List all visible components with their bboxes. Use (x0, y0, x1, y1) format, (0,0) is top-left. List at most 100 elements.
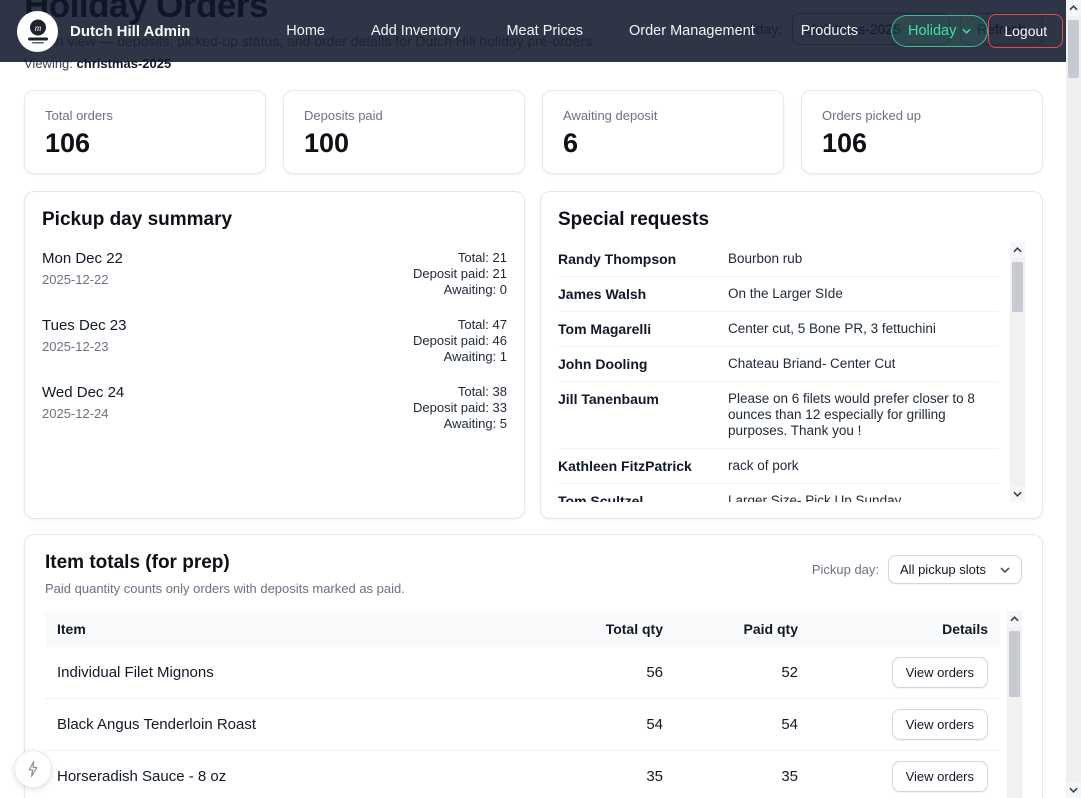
request-row: James Walsh On the Larger SIde (558, 277, 999, 312)
col-paid-qty: Paid qty (663, 621, 798, 637)
pickup-summary-title: Pickup day summary (42, 209, 507, 231)
scroll-up-icon[interactable] (1007, 611, 1022, 627)
lightning-bolt-button[interactable] (14, 750, 52, 788)
item-totals-card: Item totals (for prep) Paid quantity cou… (24, 534, 1043, 798)
stat-label: Orders picked up (822, 108, 1022, 123)
day-deposit: Deposit paid: 33 (413, 400, 507, 416)
stats-row: Total orders 106 Deposits paid 100 Await… (24, 90, 1043, 174)
item-totals-title: Item totals (for prep) (45, 552, 405, 574)
pickup-day-select[interactable]: All pickup slots (888, 555, 1022, 584)
request-text: Center cut, 5 Bone PR, 3 fettuchini (728, 321, 999, 337)
item-total-qty: 56 (533, 664, 663, 681)
chevron-down-icon (962, 28, 971, 34)
lightning-bolt-icon (24, 760, 42, 778)
day-counts: Total: 38 Deposit paid: 33 Awaiting: 5 (413, 384, 507, 432)
special-requests-scroll-area: Randy Thompson Bourbon rub James Walsh O… (558, 242, 1025, 502)
col-item: Item (57, 621, 533, 637)
stat-value: 106 (45, 128, 245, 159)
nav-link-add-inventory[interactable]: Add Inventory (371, 23, 460, 39)
day-total: Total: 38 (413, 384, 507, 400)
view-orders-button[interactable]: View orders (892, 709, 988, 740)
special-requests-scrollbar[interactable] (1010, 242, 1025, 502)
main-content: Holiday Orders Admin view — deposits, pi… (0, 0, 1066, 798)
request-text: On the Larger SIde (728, 286, 999, 302)
item-name: Black Angus Tenderloin Roast (57, 716, 533, 733)
day-awaiting: Awaiting: 1 (413, 349, 507, 365)
stat-label: Awaiting deposit (563, 108, 763, 123)
scroll-up-icon[interactable] (1010, 242, 1025, 258)
table-row: Black Angus Tenderloin Roast 54 54 View … (45, 699, 1000, 751)
items-table: Item Total qty Paid qty Details Individu… (45, 611, 1000, 798)
special-requests-card: Special requests Randy Thompson Bourbon … (540, 191, 1043, 519)
scrollbar-thumb[interactable] (1012, 262, 1023, 312)
scroll-up-icon[interactable] (1066, 0, 1081, 16)
stat-value: 106 (822, 128, 1022, 159)
request-name: Jill Tanenbaum (558, 391, 728, 439)
pickup-day-row: Wed Dec 24 2025-12-24 Total: 38 Deposit … (42, 384, 507, 432)
view-orders-button[interactable]: View orders (892, 761, 988, 792)
pickup-day-summary-card: Pickup day summary Mon Dec 22 2025-12-22… (24, 191, 525, 519)
logout-button[interactable]: Logout (988, 14, 1063, 48)
stat-card-picked-up: Orders picked up 106 (801, 90, 1043, 174)
col-total-qty: Total qty (533, 621, 663, 637)
item-paid-qty: 35 (663, 768, 798, 785)
day-deposit: Deposit paid: 21 (413, 266, 507, 282)
items-table-scrollbar[interactable] (1007, 611, 1022, 798)
request-row: Tom Magarelli Center cut, 5 Bone PR, 3 f… (558, 312, 999, 347)
pickup-day-row: Mon Dec 22 2025-12-22 Total: 21 Deposit … (42, 250, 507, 298)
stat-card-awaiting-deposit: Awaiting deposit 6 (542, 90, 784, 174)
table-row: Individual Filet Mignons 56 52 View orde… (45, 647, 1000, 699)
request-name: Kathleen FitzPatrick (558, 458, 728, 474)
request-text: Bourbon rub (728, 251, 999, 267)
items-table-header: Item Total qty Paid qty Details (45, 611, 1000, 647)
stat-value: 6 (563, 128, 763, 159)
request-name: James Walsh (558, 286, 728, 302)
view-orders-button[interactable]: View orders (892, 657, 988, 688)
scroll-down-icon[interactable] (1066, 782, 1081, 798)
day-counts: Total: 21 Deposit paid: 21 Awaiting: 0 (413, 250, 507, 298)
col-details: Details (798, 621, 988, 637)
items-table-wrap: Item Total qty Paid qty Details Individu… (45, 611, 1022, 798)
day-total: Total: 21 (413, 250, 507, 266)
pickup-day-select-value: All pickup slots (900, 562, 986, 577)
holiday-pill-button[interactable]: Holiday (891, 15, 988, 47)
scroll-down-icon[interactable] (1010, 486, 1025, 502)
app-viewport: Holiday Orders Admin view — deposits, pi… (0, 0, 1081, 798)
stat-label: Total orders (45, 108, 245, 123)
item-name: Horseradish Sauce - 8 oz (57, 768, 533, 785)
day-awaiting: Awaiting: 5 (413, 416, 507, 432)
day-total: Total: 47 (413, 317, 507, 333)
day-counts: Total: 47 Deposit paid: 46 Awaiting: 1 (413, 317, 507, 365)
stat-value: 100 (304, 128, 504, 159)
stat-card-total-orders: Total orders 106 (24, 90, 266, 174)
scrollbar-thumb[interactable] (1009, 631, 1020, 697)
scrollbar-thumb[interactable] (1068, 20, 1079, 78)
day-date: 2025-12-22 (42, 272, 123, 287)
nav-link-products[interactable]: Products (801, 23, 858, 39)
day-awaiting: Awaiting: 0 (413, 282, 507, 298)
nav-link-home[interactable]: Home (286, 23, 325, 39)
special-requests-title: Special requests (558, 209, 1025, 231)
day-date: 2025-12-24 (42, 406, 124, 421)
dutch-hill-logo: m (17, 11, 58, 52)
item-total-qty: 35 (533, 768, 663, 785)
item-paid-qty: 54 (663, 716, 798, 733)
top-navbar: m Dutch Hill Admin Home Add Inventory Me… (0, 0, 1066, 62)
stat-label: Deposits paid (304, 108, 504, 123)
special-requests-list: Randy Thompson Bourbon rub James Walsh O… (558, 242, 999, 502)
middle-section: Pickup day summary Mon Dec 22 2025-12-22… (24, 191, 1043, 519)
day-deposit: Deposit paid: 46 (413, 333, 507, 349)
brand-title: Dutch Hill Admin (70, 23, 190, 40)
item-total-qty: 54 (533, 716, 663, 733)
page-scrollbar[interactable] (1066, 0, 1081, 798)
day-date: 2025-12-23 (42, 339, 127, 354)
item-paid-qty: 52 (663, 664, 798, 681)
day-name: Mon Dec 22 (42, 250, 123, 267)
request-name: Tom Magarelli (558, 321, 728, 337)
request-text: Please on 6 filets would prefer closer t… (728, 391, 999, 439)
day-name: Wed Dec 24 (42, 384, 124, 401)
nav-link-meat-prices[interactable]: Meat Prices (506, 23, 583, 39)
nav-link-order-management[interactable]: Order Management (629, 23, 755, 39)
request-text: Chateau Briand- Center Cut (728, 356, 999, 372)
svg-text:m: m (34, 23, 41, 33)
